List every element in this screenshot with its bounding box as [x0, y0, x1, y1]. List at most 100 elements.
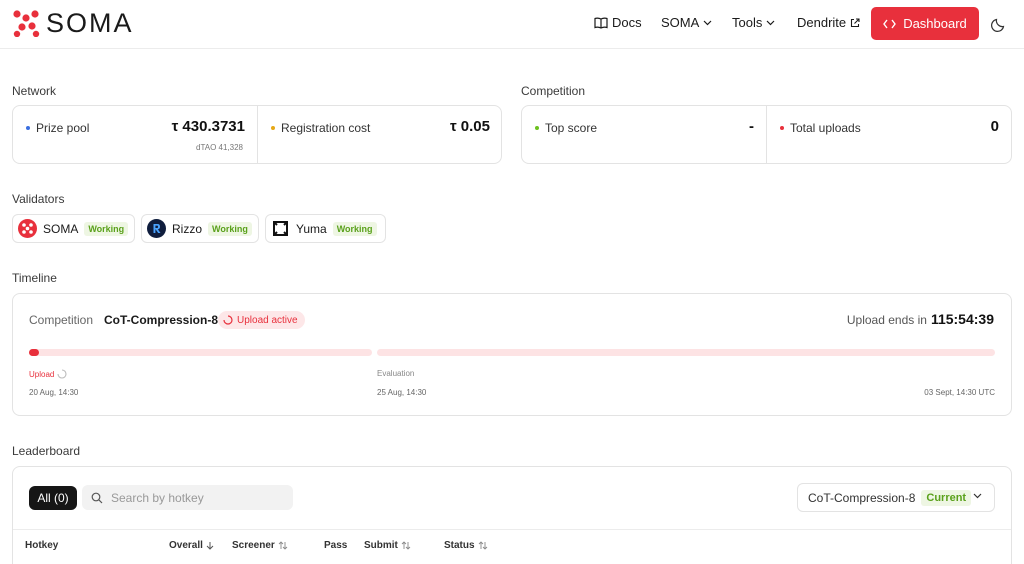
upload-progress-fill: [29, 349, 40, 356]
divider: [13, 529, 1011, 530]
validator-soma[interactable]: SOMA Working: [12, 214, 135, 243]
moon-icon[interactable]: [990, 15, 1008, 33]
validator-name: Rizzo: [172, 221, 203, 236]
status-badge: Working: [84, 221, 129, 236]
phase-evaluation-date: 25 Aug, 14:30: [377, 388, 427, 397]
dashboard-button-label: Dashboard: [903, 16, 967, 31]
timeline-competition-name: CoT-Compression-8: [104, 313, 219, 327]
green-dot-icon: [535, 126, 539, 130]
rizzo-validator-icon: [147, 219, 166, 238]
dashboard-button[interactable]: Dashboard: [871, 7, 979, 40]
validators-label: Validators: [12, 192, 65, 206]
phase-end-date: 03 Sept, 14:30 UTC: [924, 388, 995, 397]
competition-select-value: CoT-Compression-8: [808, 490, 916, 505]
total-uploads-stat: Total uploads 0: [767, 106, 1011, 163]
prize-pool-stat: Prize pool τ 430.3731 dTAO 41,328: [13, 106, 257, 163]
upload-active-badge: Upload active: [218, 311, 305, 329]
phase-upload-date: 20 Aug, 14:30: [29, 388, 79, 397]
prize-pool-value: τ 430.3731: [171, 118, 245, 135]
column-overall-label: Overall: [169, 540, 203, 551]
current-badge: Current: [921, 489, 972, 506]
chevron-down-icon: [766, 20, 775, 26]
arrow-down-icon: [206, 542, 214, 550]
top-score-value: -: [749, 118, 754, 135]
competition-label: Competition: [521, 84, 586, 98]
network-label: Network: [12, 84, 57, 98]
top-score-stat: Top score -: [522, 106, 766, 163]
competition-card: Top score - Total uploads 0: [521, 105, 1012, 164]
filter-all-button[interactable]: All (0): [29, 486, 77, 510]
nav-soma-label: SOMA: [661, 15, 700, 30]
yellow-dot-icon: [271, 126, 275, 130]
blue-dot-icon: [26, 126, 30, 130]
yuma-validator-icon: [273, 221, 288, 236]
nav-dendrite-label: Dendrite: [797, 15, 847, 30]
nav-soma[interactable]: SOMA: [661, 14, 712, 32]
nav-docs[interactable]: Docs: [594, 14, 642, 32]
sort-icon: [478, 541, 487, 550]
evaluation-progress-track: [377, 349, 995, 356]
validator-name: SOMA: [43, 221, 79, 236]
validator-name: Yuma: [296, 221, 327, 236]
registration-cost-stat: Registration cost τ 0.05: [258, 106, 502, 163]
upload-progress-track: [29, 349, 372, 356]
search-icon: [91, 492, 103, 503]
sort-icon: [278, 541, 288, 550]
sort-icon: [401, 541, 411, 550]
validator-yuma[interactable]: Yuma Working: [265, 214, 386, 243]
column-submit[interactable]: Submit: [364, 540, 411, 551]
status-badge: Working: [208, 221, 252, 236]
registration-cost-value: τ 0.05: [449, 118, 490, 135]
column-hotkey[interactable]: Hotkey: [25, 540, 58, 551]
code-icon: [883, 19, 897, 28]
column-screener[interactable]: Screener: [232, 540, 288, 551]
book-icon: [594, 17, 608, 29]
search-input[interactable]: [111, 490, 281, 505]
red-dot-icon: [780, 126, 784, 130]
nav-dendrite[interactable]: Dendrite: [797, 14, 860, 32]
upload-ends: Upload ends in 115:54:39: [847, 311, 994, 327]
chevron-down-icon: [703, 20, 712, 26]
column-screener-label: Screener: [232, 540, 275, 551]
nav-docs-label: Docs: [612, 15, 642, 30]
top-score-label: Top score: [545, 121, 598, 135]
column-pass[interactable]: Pass: [324, 540, 347, 551]
nav-tools-label: Tools: [732, 15, 763, 30]
external-link-icon: [851, 18, 860, 28]
timeline-label: Timeline: [12, 271, 57, 285]
column-overall[interactable]: Overall: [169, 540, 214, 551]
upload-ends-label: Upload ends in: [846, 313, 927, 327]
soma-logo-icon: [13, 10, 40, 37]
column-pass-label: Pass: [324, 540, 348, 551]
phase-evaluation: Evaluation: [377, 369, 414, 378]
column-status[interactable]: Status: [444, 540, 488, 551]
column-status-label: Status: [444, 540, 475, 551]
soma-validator-icon: [18, 219, 37, 238]
leaderboard-card: [12, 466, 1012, 564]
competition-select[interactable]: CoT-Compression-8 Current: [797, 483, 995, 512]
top-header: SOMA Docs SOMA Tools Dendrite Dashboard: [0, 0, 1024, 49]
chevron-down-icon: [973, 493, 982, 499]
network-card: Prize pool τ 430.3731 dTAO 41,328 Regist…: [12, 105, 502, 164]
prize-pool-sub: dTAO 41,328: [196, 143, 243, 152]
upload-ends-countdown: 115:54:39: [930, 311, 994, 327]
logo[interactable]: SOMA: [12, 8, 134, 38]
spinner-icon: [223, 315, 233, 325]
logo-text: SOMA: [46, 8, 134, 38]
timeline-competition-label: Competition: [29, 313, 94, 327]
phase-upload: Upload: [29, 369, 67, 379]
spinner-icon: [57, 369, 67, 379]
phase-upload-label: Upload: [29, 369, 55, 379]
nav-tools[interactable]: Tools: [732, 14, 775, 32]
leaderboard-label: Leaderboard: [12, 444, 81, 458]
column-hotkey-label: Hotkey: [25, 540, 59, 551]
upload-active-label: Upload active: [237, 314, 298, 326]
total-uploads-label: Total uploads: [790, 121, 861, 135]
column-submit-label: Submit: [364, 540, 398, 551]
phase-evaluation-label: Evaluation: [377, 369, 415, 378]
registration-cost-label: Registration cost: [281, 121, 371, 135]
validator-rizzo[interactable]: Rizzo Working: [141, 214, 259, 243]
total-uploads-value: 0: [990, 118, 999, 135]
search-box[interactable]: [82, 485, 293, 510]
prize-pool-label: Prize pool: [36, 121, 90, 135]
